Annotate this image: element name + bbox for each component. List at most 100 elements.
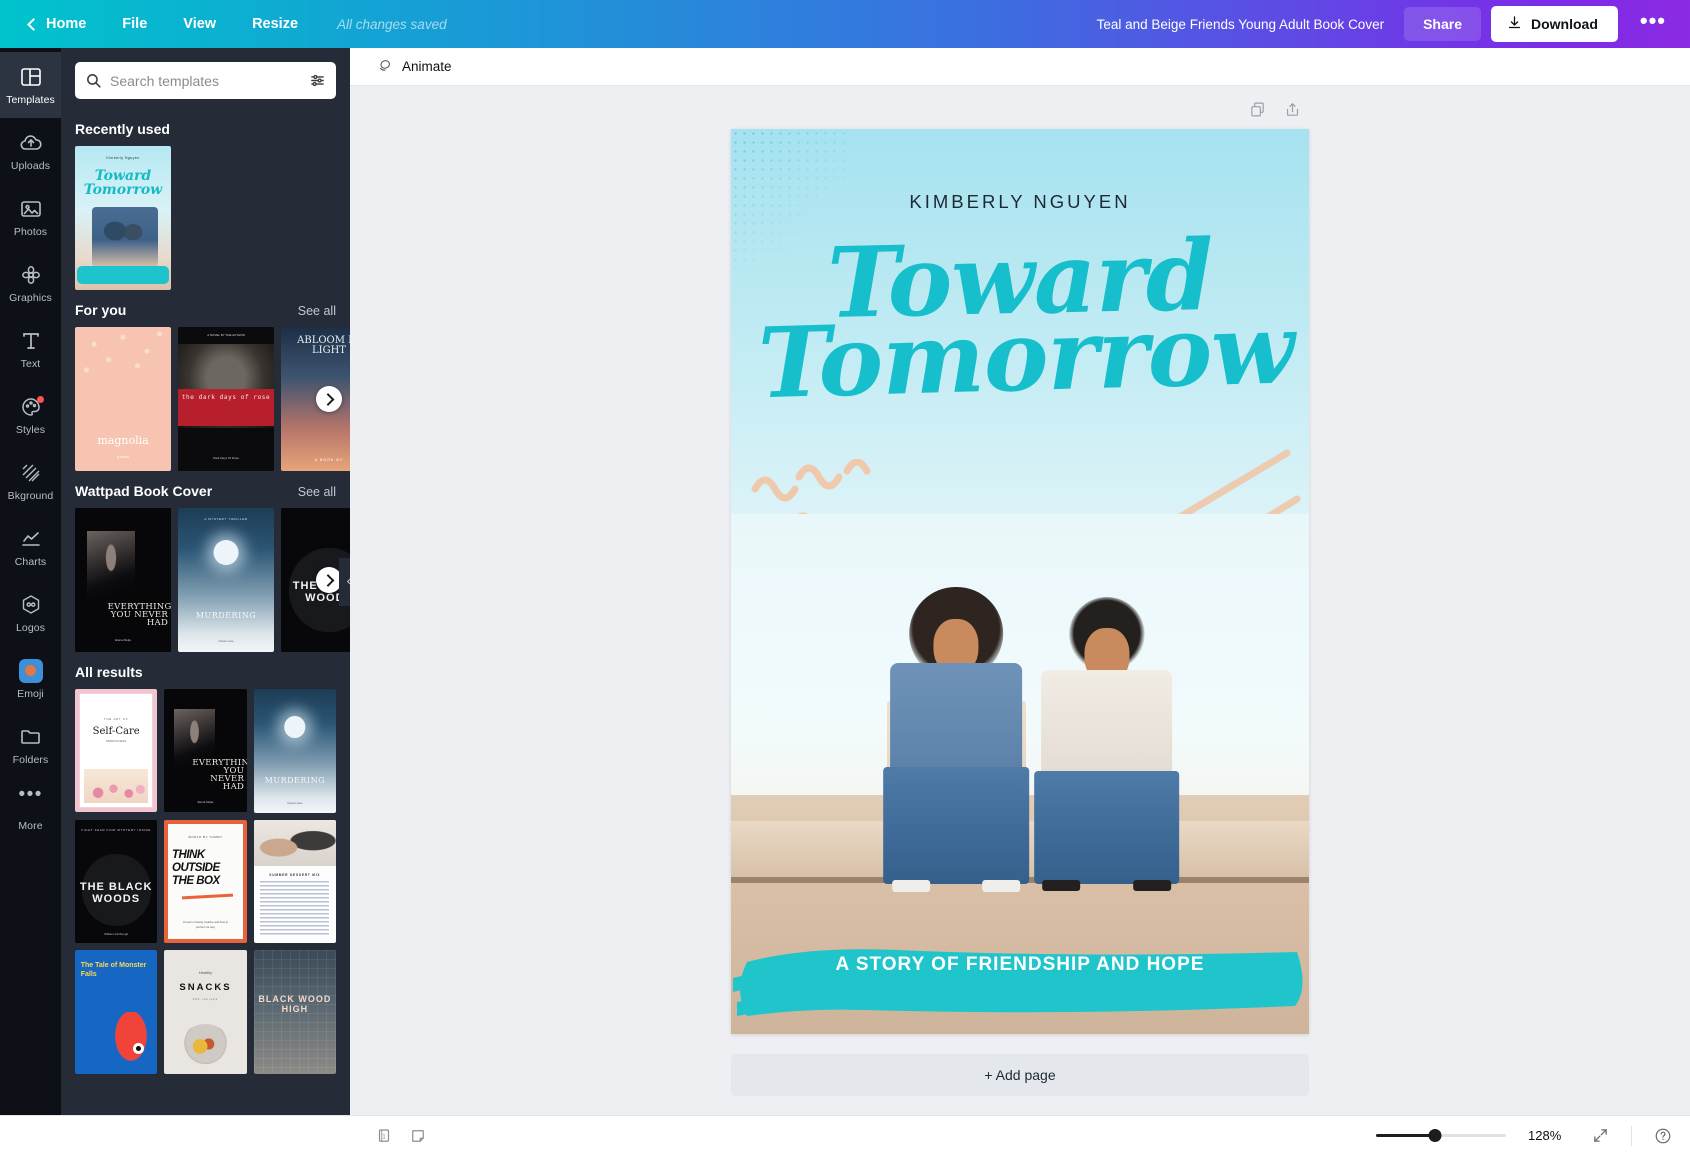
thumb-monster-shape — [113, 1012, 153, 1069]
sidebar-item-graphics[interactable]: Graphics — [0, 250, 61, 316]
download-button[interactable]: Download — [1491, 6, 1618, 42]
section-title-recently-used: Recently used — [75, 121, 170, 137]
thumb-sub-everything-2: Elena Mejia — [164, 800, 246, 804]
styles-new-badge — [37, 396, 44, 403]
thumb-title-black-woods-2: THE BLACK WOODS — [75, 881, 157, 905]
logos-icon — [19, 593, 43, 617]
svg-text:1: 1 — [382, 1133, 386, 1140]
sidebar-label-text: Text — [21, 358, 41, 370]
duplicate-page-icon[interactable] — [1249, 101, 1266, 123]
fullscreen-icon[interactable] — [1592, 1127, 1609, 1144]
file-menu-button[interactable]: File — [105, 9, 164, 39]
panel-scroll-area[interactable]: Recently used Kimberly Nguyen Toward Tom… — [61, 109, 350, 1115]
person-left-jeans — [884, 767, 1030, 883]
teal-brush-banner-shape[interactable] — [731, 932, 1309, 1020]
thumb-author-recent: Kimberly Nguyen — [75, 156, 171, 160]
sidebar-item-styles[interactable]: Styles — [0, 382, 61, 448]
template-thumb-everything-you-never-had[interactable]: EVERYTHING YOU NEVER HAD Elena Mejia — [75, 508, 171, 652]
charts-icon — [19, 527, 43, 551]
template-thumb-snacks[interactable]: Healthy SNACKS 101 recipes — [164, 950, 246, 1073]
template-thumb-self-care[interactable]: THE ART OF Self-Care MINDFULNESS — [75, 689, 157, 812]
template-thumb-monster-falls[interactable]: The Tale of Monster Falls — [75, 950, 157, 1073]
template-thumb-murdering[interactable]: A MYSTERY THRILLER MURDERING Clara Lowe — [178, 508, 274, 652]
for-you-row: magnolia a novel A NOVEL BY THE AUTHOR t… — [75, 327, 336, 471]
editor-body: Templates Uploads Phot — [0, 48, 1690, 1115]
resize-button[interactable]: Resize — [235, 9, 315, 39]
template-thumb-murdering-2[interactable]: MURDERING Clara Lowe — [254, 689, 336, 813]
template-thumb-think-outside-box[interactable]: WORLD BY TOMMY THINK OUTSIDE THE BOX A b… — [164, 820, 246, 943]
design-title-text[interactable]: Toward Tomorrow — [731, 237, 1309, 400]
sidebar-item-background[interactable]: Bkground — [0, 448, 61, 514]
page-manager-icon[interactable]: 1 — [375, 1127, 393, 1145]
top-header-bar: Home File View Resize All changes saved … — [0, 0, 1690, 48]
sidebar-label-styles: Styles — [16, 424, 45, 436]
design-author-text[interactable]: KIMBERLY NGUYEN — [731, 191, 1309, 213]
collapse-panel-button[interactable] — [339, 558, 350, 606]
graphics-icon — [19, 263, 43, 287]
thumb-title-everything: EVERYTHING YOU NEVER HAD — [108, 603, 169, 627]
search-box[interactable] — [75, 62, 336, 99]
section-header-for-you: For you See all — [75, 302, 336, 318]
zoom-slider-knob[interactable] — [1428, 1129, 1441, 1142]
see-all-for-you[interactable]: See all — [298, 304, 336, 318]
sidebar-item-folders[interactable]: Folders — [0, 712, 61, 778]
help-icon[interactable] — [1654, 1127, 1672, 1145]
download-label: Download — [1531, 16, 1598, 32]
canvas-area: KIMBERLY NGUYEN Toward Tomorrow — [350, 86, 1690, 1115]
zoom-percent-label: 128% — [1528, 1128, 1570, 1143]
design-canvas-page-1[interactable]: KIMBERLY NGUYEN Toward Tomorrow — [731, 129, 1309, 1034]
canva-editor-window: Home File View Resize All changes saved … — [0, 0, 1690, 1155]
sidebar-item-text[interactable]: Text — [0, 316, 61, 382]
recently-used-row: Kimberly Nguyen Toward Tomorrow — [75, 146, 336, 290]
template-thumb-summer-dessert[interactable]: SUMMER DESSERT MIX — [254, 820, 336, 944]
thumb-sub-magnolia: a novel — [75, 455, 171, 459]
search-input[interactable] — [110, 73, 301, 89]
sidebar-label-charts: Charts — [15, 556, 47, 568]
design-toolbar: Animate — [350, 48, 1690, 86]
more-options-button[interactable]: ••• — [1628, 12, 1678, 36]
share-page-icon[interactable] — [1284, 101, 1301, 123]
sidebar-label-folders: Folders — [13, 754, 49, 766]
document-title[interactable]: Teal and Beige Friends Young Adult Book … — [1087, 11, 1394, 38]
thumb-title-dark-days: the dark days of rose — [178, 393, 274, 402]
share-button[interactable]: Share — [1404, 7, 1481, 41]
bottom-status-bar: 1 128% — [0, 1115, 1690, 1155]
sidebar-item-logos[interactable]: Logos — [0, 580, 61, 646]
template-thumb-dark-days[interactable]: A NOVEL BY THE AUTHOR the dark days of r… — [178, 327, 274, 471]
view-menu-button[interactable]: View — [166, 9, 233, 39]
see-all-wattpad[interactable]: See all — [298, 485, 336, 499]
template-thumb-black-woods-2[interactable]: FIGHT FEAR FIND MYSTERY INSIDE THE BLACK… — [75, 820, 157, 943]
template-thumb-blackwood-high[interactable]: BLACK WOOD HIGH — [254, 950, 336, 1074]
home-button[interactable]: Home — [12, 9, 103, 39]
zoom-slider[interactable] — [1376, 1129, 1506, 1143]
thumb-art-summer-dessert: SUMMER DESSERT MIX — [254, 820, 336, 944]
thumb-art-think-outside: WORLD BY TOMMY THINK OUTSIDE THE BOX A b… — [164, 820, 246, 943]
thumb-underline-shape — [182, 894, 233, 899]
more-dots-icon: ••• — [19, 791, 43, 815]
thumb-text-columns-shape — [260, 881, 329, 935]
all-results-grid: THE ART OF Self-Care MINDFULNESS EVERYTH… — [75, 689, 336, 1074]
left-icon-rail: Templates Uploads Phot — [0, 48, 61, 1115]
sidebar-item-templates[interactable]: Templates — [0, 52, 61, 118]
filter-sliders-icon[interactable] — [309, 72, 326, 89]
template-thumb-everything-2[interactable]: EVERYTHING YOU NEVER HAD Elena Mejia — [164, 689, 246, 812]
section-header-recently-used: Recently used — [75, 121, 336, 137]
design-tagline-text[interactable]: A STORY OF FRIENDSHIP AND HOPE — [731, 954, 1309, 976]
template-thumb-magnolia[interactable]: magnolia a novel — [75, 327, 171, 471]
template-thumb-toward-tomorrow[interactable]: Kimberly Nguyen Toward Tomorrow — [75, 146, 171, 290]
sidebar-item-charts[interactable]: Charts — [0, 514, 61, 580]
notes-icon[interactable] — [409, 1127, 427, 1145]
thumb-photo-shape — [92, 207, 157, 267]
thumb-moon-shape — [214, 540, 239, 565]
animate-button[interactable]: Animate — [366, 52, 462, 82]
sidebar-item-emoji[interactable]: Emoji — [0, 646, 61, 712]
resize-label: Resize — [252, 16, 298, 32]
sidebar-item-more[interactable]: ••• More — [0, 778, 61, 844]
sidebar-item-uploads[interactable]: Uploads — [0, 118, 61, 184]
add-page-button[interactable]: + Add page — [731, 1054, 1309, 1096]
for-you-next-arrow-button[interactable] — [316, 386, 342, 412]
sidebar-item-photos[interactable]: Photos — [0, 184, 61, 250]
thumb-inner-frame: THE ART OF Self-Care MINDFULNESS — [79, 693, 153, 808]
thumb-sub-murdering-2: Clara Lowe — [254, 801, 336, 805]
thumb-flowers-shape — [84, 769, 148, 803]
